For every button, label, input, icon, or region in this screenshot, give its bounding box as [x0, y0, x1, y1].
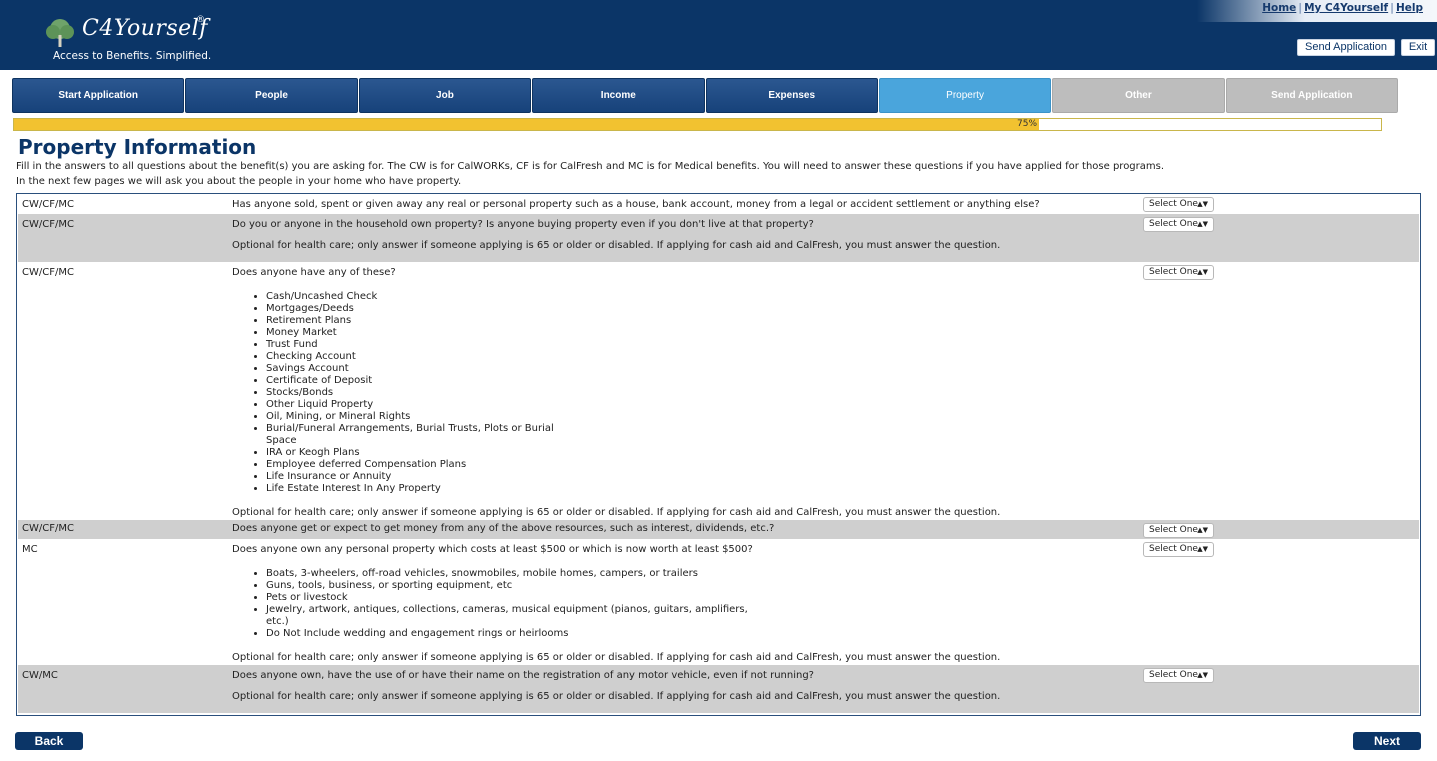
- logo-name: C4Yourself: [82, 16, 208, 41]
- list-item: Boats, 3-wheelers, off-road vehicles, sn…: [266, 568, 756, 580]
- property-list: Cash/Uncashed Check Mortgages/Deeds Reti…: [266, 291, 576, 495]
- select-arrows-icon: ▲▼: [1197, 268, 1208, 276]
- link-separator: |: [1298, 2, 1303, 14]
- select-arrows-icon: ▲▼: [1197, 671, 1208, 679]
- list-item: Stocks/Bonds: [266, 387, 576, 399]
- list-item: Life Insurance or Annuity: [266, 471, 576, 483]
- program-codes: CW/CF/MC: [22, 219, 74, 230]
- progress-bar: 75%: [13, 118, 1382, 131]
- list-item: Burial/Funeral Arrangements, Burial Trus…: [266, 423, 576, 447]
- list-item: Certificate of Deposit: [266, 375, 576, 387]
- answer-select[interactable]: Select One ▲▼: [1143, 523, 1214, 538]
- tab-send-application: Send Application: [1225, 78, 1398, 113]
- list-item: Checking Account: [266, 351, 576, 363]
- list-item: Guns, tools, business, or sporting equip…: [266, 580, 756, 592]
- logo-tagline: Access to Benefits. Simplified.: [53, 50, 212, 62]
- list-item: Employee deferred Compensation Plans: [266, 459, 576, 471]
- select-arrows-icon: ▲▼: [1197, 220, 1208, 228]
- question-text: Does anyone have any of these?: [232, 267, 396, 278]
- questions-table: CW/CF/MC Has anyone sold, spent or given…: [16, 193, 1421, 716]
- program-codes: CW/CF/MC: [22, 267, 74, 278]
- send-application-button[interactable]: Send Application: [1297, 39, 1395, 56]
- progress-fill: [14, 119, 1039, 130]
- select-value: Select One: [1149, 267, 1198, 277]
- home-link[interactable]: Home: [1262, 2, 1296, 14]
- question-row: CW/CF/MC Does anyone have any of these? …: [18, 262, 1419, 520]
- answer-select[interactable]: Select One ▲▼: [1143, 265, 1214, 280]
- list-item: Money Market: [266, 327, 576, 339]
- header-bar: C4Yourself ® Access to Benefits. Simplif…: [0, 0, 1437, 70]
- select-arrows-icon: ▲▼: [1197, 545, 1208, 553]
- question-text: Does anyone own, have the use of or have…: [232, 670, 814, 681]
- tab-people[interactable]: People: [185, 78, 358, 113]
- program-codes: CW/CF/MC: [22, 199, 74, 210]
- list-item: Trust Fund: [266, 339, 576, 351]
- link-separator: |: [1390, 2, 1394, 14]
- list-item: IRA or Keogh Plans: [266, 447, 576, 459]
- optional-note: Optional for health care; only answer if…: [232, 691, 1001, 702]
- select-value: Select One: [1149, 219, 1198, 229]
- step-tabs: Start Application People Job Income Expe…: [12, 78, 1398, 113]
- tab-other: Other: [1052, 78, 1225, 113]
- top-links: Home | My C4Yourself | Help: [1262, 2, 1423, 14]
- tab-start-application[interactable]: Start Application: [12, 78, 185, 113]
- question-text: Does anyone own any personal property wh…: [232, 544, 753, 555]
- progress-label: 75%: [1017, 119, 1038, 129]
- list-item: Savings Account: [266, 363, 576, 375]
- question-row: CW/MC Does anyone own, have the use of o…: [18, 665, 1419, 713]
- tab-income[interactable]: Income: [532, 78, 705, 113]
- question-text: Does anyone get or expect to get money f…: [232, 523, 775, 534]
- answer-select[interactable]: Select One ▲▼: [1143, 542, 1214, 557]
- question-row: CW/CF/MC Has anyone sold, spent or given…: [18, 194, 1419, 214]
- personal-property-list: Boats, 3-wheelers, off-road vehicles, sn…: [266, 568, 756, 640]
- exit-button[interactable]: Exit: [1401, 39, 1435, 56]
- list-item: Do Not Include wedding and engagement ri…: [266, 628, 756, 640]
- question-text: Do you or anyone in the household own pr…: [232, 219, 814, 230]
- list-item: Other Liquid Property: [266, 399, 576, 411]
- page-title: Property Information: [18, 135, 257, 159]
- registered-mark: ®: [196, 15, 205, 25]
- select-value: Select One: [1149, 199, 1198, 209]
- answer-select[interactable]: Select One ▲▼: [1143, 217, 1214, 232]
- list-item: Retirement Plans: [266, 315, 576, 327]
- tab-property[interactable]: Property: [878, 78, 1052, 113]
- optional-note: Optional for health care; only answer if…: [232, 240, 1001, 251]
- question-row: CW/CF/MC Do you or anyone in the househo…: [18, 214, 1419, 262]
- program-codes: CW/MC: [22, 670, 58, 681]
- question-row: CW/CF/MC Does anyone get or expect to ge…: [18, 520, 1419, 539]
- optional-note: Optional for health care; only answer if…: [232, 507, 1001, 518]
- tab-expenses[interactable]: Expenses: [705, 78, 878, 113]
- back-button[interactable]: Back: [15, 732, 83, 750]
- list-item: Jewelry, artwork, antiques, collections,…: [266, 604, 756, 628]
- select-arrows-icon: ▲▼: [1197, 200, 1208, 208]
- my-c4yourself-link[interactable]: My C4Yourself: [1304, 2, 1388, 14]
- next-button[interactable]: Next: [1353, 732, 1421, 750]
- intro-text: Fill in the answers to all questions abo…: [16, 161, 1165, 172]
- help-link[interactable]: Help: [1396, 2, 1423, 14]
- select-value: Select One: [1149, 670, 1198, 680]
- answer-select[interactable]: Select One ▲▼: [1143, 197, 1214, 212]
- answer-select[interactable]: Select One ▲▼: [1143, 668, 1214, 683]
- list-item: Life Estate Interest In Any Property: [266, 483, 576, 495]
- tab-job[interactable]: Job: [358, 78, 532, 113]
- list-item: Oil, Mining, or Mineral Rights: [266, 411, 576, 423]
- select-arrows-icon: ▲▼: [1197, 526, 1208, 534]
- program-codes: CW/CF/MC: [22, 523, 74, 534]
- list-item: Pets or livestock: [266, 592, 756, 604]
- program-codes: MC: [22, 544, 38, 555]
- intro-text-2: In the next few pages we will ask you ab…: [16, 176, 462, 187]
- question-text: Has anyone sold, spent or given away any…: [232, 199, 1040, 210]
- optional-note: Optional for health care; only answer if…: [232, 652, 1001, 663]
- tree-icon: [46, 19, 74, 47]
- select-value: Select One: [1149, 544, 1198, 554]
- list-item: Mortgages/Deeds: [266, 303, 576, 315]
- select-value: Select One: [1149, 525, 1198, 535]
- question-row: MC Does anyone own any personal property…: [18, 539, 1419, 665]
- list-item: Cash/Uncashed Check: [266, 291, 576, 303]
